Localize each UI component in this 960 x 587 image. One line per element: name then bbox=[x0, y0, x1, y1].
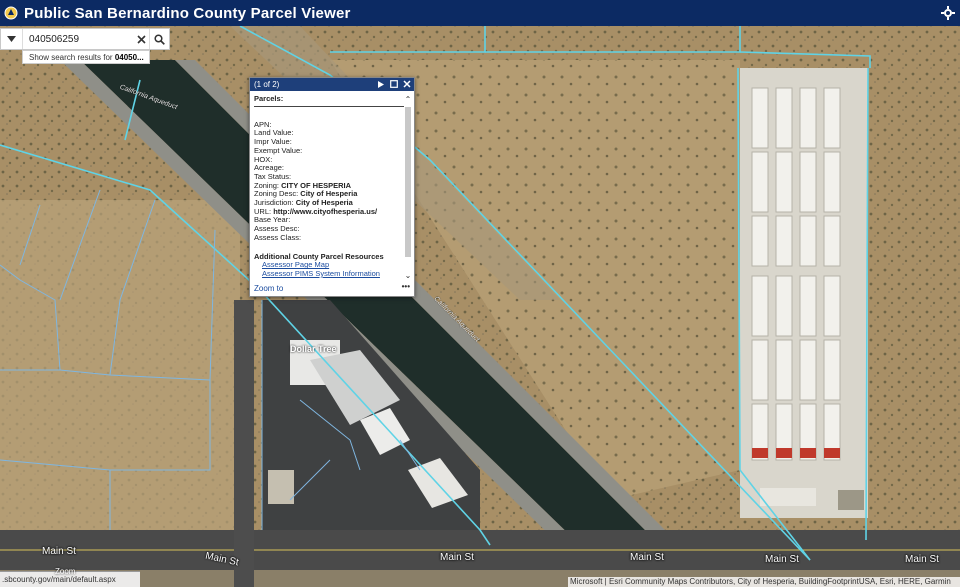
scrollbar-thumb[interactable] bbox=[405, 107, 411, 257]
main-st-label-3: Main St bbox=[440, 552, 474, 563]
play-next-icon bbox=[377, 80, 384, 88]
popup-footer: Zoom to ••• bbox=[254, 282, 410, 293]
main-st-label-1: Main St bbox=[42, 546, 76, 557]
parcel-field-row: Assess Class: bbox=[254, 232, 404, 243]
main-st-label-4: Main St bbox=[630, 552, 664, 563]
search-widget bbox=[0, 28, 170, 50]
close-icon bbox=[402, 80, 411, 88]
map-attribution: Microsoft | Esri Community Maps Contribu… bbox=[568, 577, 960, 587]
parcel-field-value: City of Hesperia bbox=[295, 198, 353, 208]
map-view[interactable]: California Aqueduct California Aqueduct … bbox=[0, 26, 960, 587]
parcel-field-label: Exempt Value: bbox=[254, 145, 303, 155]
close-popup-button[interactable] bbox=[402, 79, 411, 89]
county-logo-icon bbox=[4, 6, 18, 20]
parcel-field-list: APN: Land Value: Impr Value: Exempt Valu… bbox=[254, 119, 404, 243]
parcel-field-label: Tax Status: bbox=[254, 171, 292, 181]
search-button[interactable] bbox=[149, 29, 169, 49]
parcel-field-label: APN: bbox=[254, 119, 272, 129]
main-st-label-6: Main St bbox=[905, 554, 939, 565]
maximize-button[interactable] bbox=[389, 79, 398, 89]
maximize-icon bbox=[389, 80, 398, 88]
parcel-field-label: Base Year: bbox=[254, 215, 291, 225]
more-actions-button[interactable]: ••• bbox=[402, 282, 410, 291]
parcel-field-value: City of Hesperia bbox=[300, 189, 358, 199]
parcel-field-label: URL: bbox=[254, 206, 272, 216]
close-icon bbox=[136, 34, 146, 44]
popup-counter: (1 of 2) bbox=[254, 80, 280, 89]
search-suggestion[interactable]: Show search results for 04050... bbox=[22, 50, 150, 64]
parcel-field-label: Impr Value: bbox=[254, 137, 292, 147]
parcel-field-label: Land Value: bbox=[254, 128, 294, 138]
main-st-label-5: Main St bbox=[765, 554, 799, 565]
parcel-field-label: Assess Class: bbox=[254, 232, 302, 242]
search-source-dropdown[interactable] bbox=[1, 29, 23, 49]
popup-scrollbar[interactable]: ⌃ ⌄ bbox=[404, 95, 412, 281]
parcel-popup: (1 of 2) Parcels: APN: Land Value: Impr … bbox=[249, 77, 415, 297]
app-title: Public San Bernardino County Parcel View… bbox=[24, 4, 351, 22]
zoom-to-link[interactable]: Zoom to bbox=[254, 284, 283, 293]
parcel-field-value: CITY OF HESPERIA bbox=[281, 180, 351, 190]
assessor-pims-link[interactable]: Assessor PIMS System Information bbox=[254, 269, 404, 279]
next-feature-button[interactable] bbox=[376, 79, 385, 89]
search-input[interactable] bbox=[29, 33, 133, 45]
parcel-field-row: Exempt Value: bbox=[254, 145, 404, 156]
search-icon bbox=[154, 33, 165, 45]
parcel-field-label: Acreage: bbox=[254, 163, 285, 173]
store-label: Dollar Tree bbox=[290, 344, 337, 354]
parcel-field-label: Zoning: bbox=[254, 180, 280, 190]
chevron-up-icon[interactable]: ⌃ bbox=[404, 95, 412, 105]
caret-down-icon bbox=[7, 36, 16, 42]
parcel-field-label: Zoning Desc: bbox=[254, 189, 299, 199]
suggestion-term: 04050... bbox=[114, 53, 144, 62]
zoom-label: Zoom bbox=[55, 567, 76, 576]
parcel-field-label: HOX: bbox=[254, 154, 273, 164]
popup-content: Parcels: APN: Land Value: Impr Value: Ex… bbox=[254, 95, 404, 281]
parcel-field-value: http://www.cityofhesperia.us/ bbox=[273, 206, 378, 216]
clear-search-button[interactable] bbox=[133, 29, 149, 49]
popup-titlebar: (1 of 2) bbox=[250, 78, 414, 91]
suggestion-prefix: Show search results for bbox=[29, 53, 115, 62]
satellite-imagery bbox=[0, 26, 960, 587]
app-header: Public San Bernardino County Parcel View… bbox=[0, 0, 960, 26]
popup-section-title: Parcels: bbox=[254, 95, 404, 107]
settings-gear-icon[interactable] bbox=[940, 5, 956, 21]
parcel-field-label: Assess Desc: bbox=[254, 224, 300, 234]
chevron-down-icon[interactable]: ⌄ bbox=[404, 271, 412, 281]
parcel-field-label: Jurisdiction: bbox=[254, 198, 294, 208]
